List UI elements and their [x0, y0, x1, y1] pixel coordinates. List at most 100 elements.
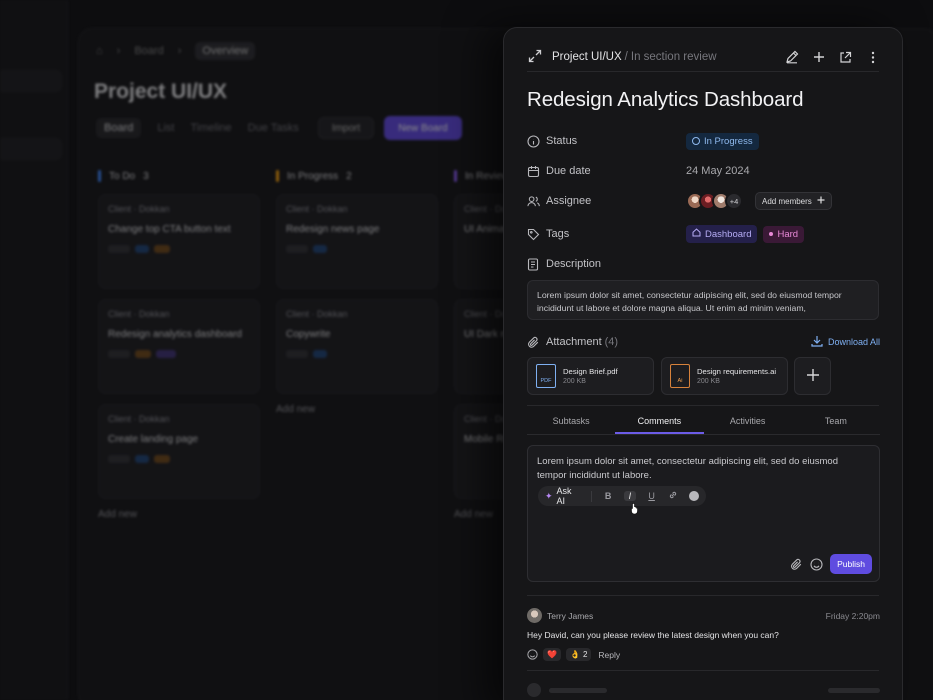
bg-add-new[interactable]: Add new	[98, 509, 260, 520]
bg-sidebar	[0, 0, 68, 700]
tab-team[interactable]: Team	[792, 413, 880, 434]
bg-tab-list[interactable]: List	[157, 122, 174, 134]
avatar-group[interactable]: +4	[686, 192, 743, 210]
more-options-icon[interactable]	[865, 50, 880, 65]
download-all-label: Download All	[827, 337, 880, 347]
bold-button[interactable]: B	[602, 491, 614, 501]
add-attachment-button[interactable]	[794, 357, 831, 395]
add-icon[interactable]	[811, 50, 826, 65]
publish-button[interactable]: Publish	[830, 554, 872, 574]
ask-ai-label: Ask AI	[556, 486, 572, 506]
description-label: Description	[546, 258, 602, 270]
bg-column-name: To Do	[109, 170, 136, 182]
property-description: Description	[527, 254, 882, 274]
status-badge-text: In Progress	[704, 135, 753, 147]
assignee-value: +4 Add members	[686, 192, 832, 210]
add-reaction-icon[interactable]	[527, 649, 538, 660]
bg-tab-timeline[interactable]: Timeline	[190, 122, 231, 134]
comment-editor[interactable]: Lorem ipsum dolor sit amet, consectetur …	[527, 445, 880, 582]
tab-activities[interactable]: Activities	[704, 413, 792, 434]
bg-view-tabs: Board List Timeline Due Tasks	[96, 118, 299, 138]
tag-dashboard[interactable]: Dashboard	[686, 225, 758, 243]
attachment-file[interactable]: Ai Design requirements.ai 200 KB	[661, 357, 788, 395]
comment-editor-text[interactable]: Lorem ipsum dolor sit amet, consectetur …	[537, 455, 869, 483]
reply-button[interactable]: Reply	[598, 650, 620, 660]
bg-column-marker	[98, 170, 101, 182]
file-name: Design requirements.ai	[697, 367, 777, 376]
bg-card-client: Client · Dokkan	[108, 309, 170, 319]
bg-task-card[interactable]: Client · Dokkan Create landing page	[98, 404, 260, 499]
link-icon[interactable]	[668, 490, 680, 502]
tag-hard[interactable]: Hard	[763, 225, 805, 243]
bg-crumb-sep: ›	[177, 45, 182, 57]
underline-button[interactable]: U	[646, 491, 658, 501]
breadcrumb-section[interactable]: In section review	[631, 51, 717, 63]
attach-icon[interactable]	[790, 558, 803, 571]
tab-comments[interactable]: Comments	[615, 413, 704, 434]
reaction-ok[interactable]: 👌 2	[565, 648, 592, 661]
assignee-label: Assignee	[546, 195, 592, 207]
bg-task-card[interactable]: Client · Dokkan Copywrite	[276, 299, 438, 394]
users-icon	[527, 195, 540, 208]
bg-column-name: In Progress	[287, 170, 339, 182]
bg-column-header: In Progress 2	[276, 170, 438, 182]
bg-chip	[108, 350, 130, 358]
bg-column-marker	[276, 170, 279, 182]
bg-home-icon: ⌂	[96, 45, 103, 57]
avatar[interactable]	[527, 608, 542, 623]
tag-dot-icon	[769, 232, 774, 236]
bg-column-in-progress: In Progress 2 Client · Dokkan Redesign ne…	[276, 170, 438, 415]
file-info: Design Brief.pdf 200 KB	[563, 367, 618, 385]
ai-file-icon: Ai	[670, 364, 690, 388]
bg-crumb-board[interactable]: Board	[134, 45, 163, 57]
formatting-toolbar: ✦ Ask AI B I U	[538, 486, 706, 506]
bg-chip	[135, 245, 149, 253]
italic-button[interactable]: I	[624, 491, 636, 501]
property-status: Status In Progress	[527, 131, 882, 151]
due-date-value[interactable]: 24 May 2024	[686, 165, 750, 177]
bg-task-card[interactable]: Client · Dokkan Change top CTA button tex…	[98, 194, 260, 289]
text-color-picker[interactable]	[689, 491, 700, 501]
tab-subtasks[interactable]: Subtasks	[527, 413, 615, 434]
bg-sidebar-item	[0, 138, 62, 160]
reaction-heart[interactable]: ❤️	[543, 648, 561, 661]
expand-icon[interactable]	[528, 49, 544, 65]
add-members-button[interactable]: Add members	[755, 192, 832, 210]
info-circle-icon	[527, 134, 540, 148]
attachment-file[interactable]: PDF Design Brief.pdf 200 KB	[527, 357, 654, 395]
bg-chip	[313, 245, 327, 253]
panel-header: Project UI/UX / In section review	[528, 42, 880, 72]
toolbar-separator	[591, 490, 593, 502]
tags-label: Tags	[546, 228, 570, 240]
comment-divider	[527, 670, 879, 671]
bg-import-button[interactable]: Import	[318, 117, 374, 139]
bg-card-chips	[108, 350, 250, 358]
bg-crumb-overview[interactable]: Overview	[195, 42, 256, 60]
download-all-button[interactable]: Download All	[811, 335, 880, 349]
more-assignees-count[interactable]: +4	[725, 192, 743, 210]
status-badge[interactable]: In Progress	[686, 132, 759, 150]
breadcrumb-project[interactable]: Project UI/UX	[552, 51, 622, 63]
comment-author[interactable]: Terry James	[547, 611, 593, 621]
bg-tab-board[interactable]: Board	[96, 118, 142, 138]
description-text[interactable]: Lorem ipsum dolor sit amet, consectetur …	[527, 280, 879, 320]
status-value[interactable]: In Progress	[686, 132, 759, 150]
emoji-icon[interactable]	[810, 557, 823, 571]
bg-task-card[interactable]: Client · Dokkan Redesign news page	[276, 194, 438, 289]
open-external-icon[interactable]	[838, 50, 853, 65]
file-name: Design Brief.pdf	[563, 367, 618, 376]
bg-card-chips	[286, 245, 428, 253]
ask-ai-button[interactable]: ✦ Ask AI	[545, 486, 581, 506]
comment-meta: Terry James Friday 2:20pm	[527, 608, 880, 623]
bg-new-board-button[interactable]: New Board	[384, 116, 462, 140]
file-type-label: Ai	[677, 378, 683, 384]
property-tags: Tags Dashboard Hard	[527, 224, 882, 244]
bg-task-card[interactable]: Client · Dokkan Redesign analytics dashbo…	[98, 299, 260, 394]
bg-add-new[interactable]: Add new	[276, 404, 438, 415]
pdf-file-icon: PDF	[536, 364, 556, 388]
bg-tab-due-tasks[interactable]: Due Tasks	[248, 122, 299, 134]
bg-chip	[135, 350, 151, 358]
edit-icon[interactable]	[784, 50, 799, 65]
plus-icon	[817, 196, 825, 206]
comment-body: Hey David, can you please review the lat…	[527, 630, 779, 640]
